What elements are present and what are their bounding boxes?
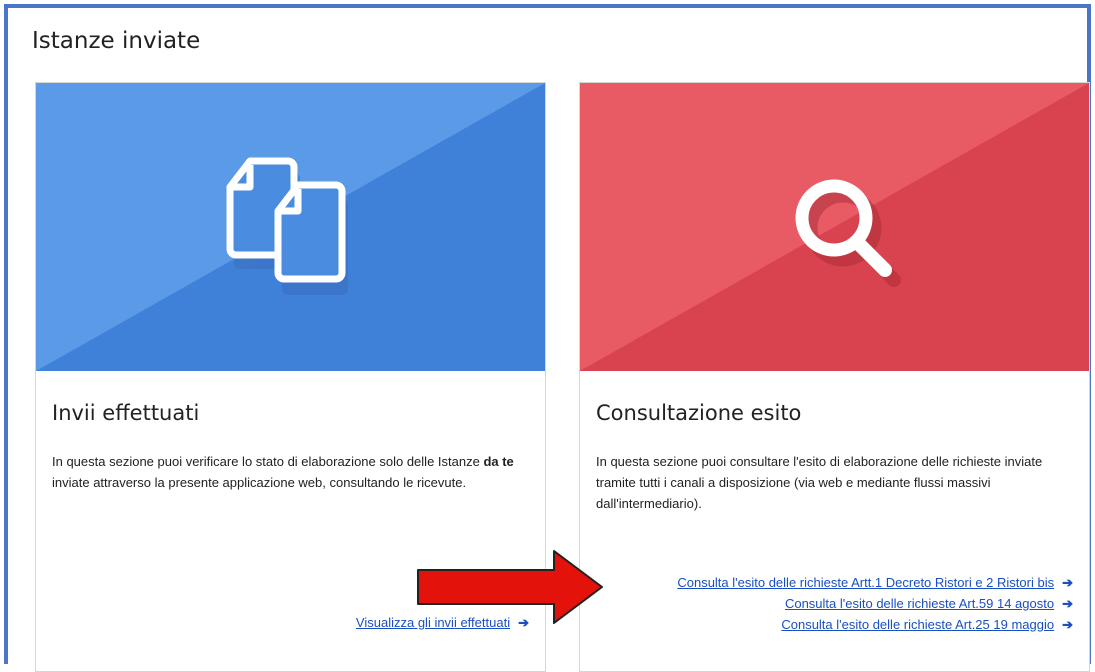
card-hero-blue: [36, 83, 545, 371]
card-heading: Invii effettuati: [52, 401, 200, 425]
esito-art25-link[interactable]: Consulta l'esito delle richieste Art.25 …: [781, 617, 1073, 633]
card-consultazione-esito: Consultazione esito In questa sezione pu…: [579, 82, 1090, 672]
arrow-right-icon: ➔: [1062, 575, 1073, 590]
panel-frame: Istanze inviate Invii effettuati In ques…: [4, 4, 1091, 672]
card-heading: Consultazione esito: [596, 401, 802, 425]
page-title: Istanze inviate: [32, 28, 201, 54]
annotation-arrow-icon: [417, 550, 603, 624]
card-hero-red: [580, 83, 1089, 371]
arrow-right-icon: ➔: [1062, 617, 1073, 632]
card-description: In questa sezione puoi verificare lo sta…: [52, 454, 514, 490]
esito-art59-link[interactable]: Consulta l'esito delle richieste Art.59 …: [785, 596, 1073, 612]
arrow-right-icon: ➔: [1062, 596, 1073, 611]
card-description: In questa sezione puoi consultare l'esit…: [596, 454, 1043, 511]
esito-ristori-link[interactable]: Consulta l'esito delle richieste Artt.1 …: [677, 575, 1073, 591]
